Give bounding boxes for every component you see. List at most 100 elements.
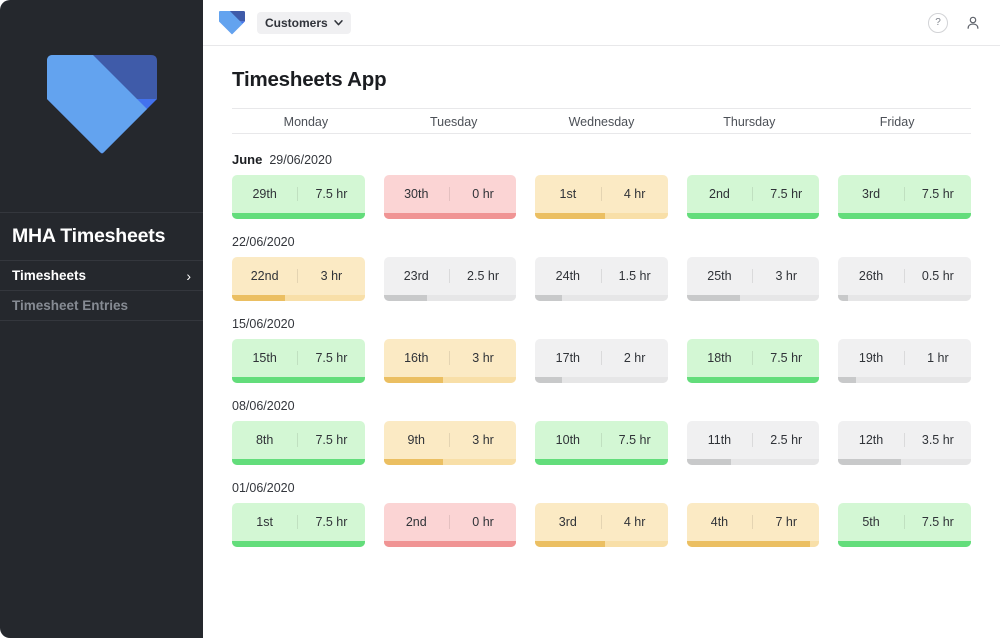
card-progress-fill bbox=[535, 213, 605, 219]
card-progress-fill bbox=[838, 459, 900, 465]
card-day-label: 22nd bbox=[232, 269, 298, 283]
timesheet-day-card[interactable]: 18th7.5 hr bbox=[687, 339, 820, 383]
timesheet-day-card[interactable]: 17th2 hr bbox=[535, 339, 668, 383]
vault-logo-icon bbox=[43, 51, 161, 161]
card-hours-label: 3.5 hr bbox=[905, 433, 971, 447]
timesheet-day-card[interactable]: 30th0 hr bbox=[384, 175, 517, 219]
card-day-label: 3rd bbox=[838, 187, 904, 201]
card-body: 10th7.5 hr bbox=[535, 421, 668, 459]
card-hours-label: 2 hr bbox=[602, 351, 668, 365]
card-progress-track bbox=[384, 541, 517, 547]
sidebar-item-timesheet-entries[interactable]: Timesheet Entries bbox=[0, 291, 203, 321]
timesheet-day-card[interactable]: 16th3 hr bbox=[384, 339, 517, 383]
card-day-label: 16th bbox=[384, 351, 450, 365]
timesheet-day-card[interactable]: 26th0.5 hr bbox=[838, 257, 971, 301]
card-hours-label: 7.5 hr bbox=[298, 515, 364, 529]
card-body: 3rd4 hr bbox=[535, 503, 668, 541]
card-progress-fill bbox=[384, 295, 428, 301]
timesheet-day-card[interactable]: 8th7.5 hr bbox=[232, 421, 365, 465]
card-day-label: 1st bbox=[535, 187, 601, 201]
card-day-label: 15th bbox=[232, 351, 298, 365]
card-body: 4th7 hr bbox=[687, 503, 820, 541]
timesheet-day-card[interactable]: 12th3.5 hr bbox=[838, 421, 971, 465]
card-progress-fill bbox=[838, 541, 971, 547]
timesheet-day-card[interactable]: 4th7 hr bbox=[687, 503, 820, 547]
card-progress-track bbox=[232, 295, 365, 301]
card-day-label: 2nd bbox=[384, 515, 450, 529]
week-start-date: 15/06/2020 bbox=[232, 317, 295, 331]
card-body: 2nd0 hr bbox=[384, 503, 517, 541]
card-day-label: 25th bbox=[687, 269, 753, 283]
timesheet-day-card[interactable]: 2nd7.5 hr bbox=[687, 175, 820, 219]
week-label: 01/06/2020 bbox=[232, 481, 971, 495]
week-label: 08/06/2020 bbox=[232, 399, 971, 413]
timesheet-day-card[interactable]: 15th7.5 hr bbox=[232, 339, 365, 383]
card-progress-fill bbox=[232, 377, 365, 383]
timesheet-day-card[interactable]: 9th3 hr bbox=[384, 421, 517, 465]
week-cards-row: 1st7.5 hr 2nd0 hr 3rd4 hr 4th7 hr 5th7.5 hr bbox=[232, 503, 971, 547]
card-progress-fill bbox=[687, 541, 810, 547]
timesheet-day-card[interactable]: 24th1.5 hr bbox=[535, 257, 668, 301]
card-progress-track bbox=[384, 213, 517, 219]
card-progress-track bbox=[687, 213, 820, 219]
card-hours-label: 7.5 hr bbox=[905, 187, 971, 201]
main-area: Customers ? Timesheets App Monday Tuesda bbox=[203, 0, 1000, 638]
week-block: 22/06/2020 22nd3 hr 23rd2.5 hr 24th1.5 hr 25… bbox=[232, 235, 971, 301]
week-label: June29/06/2020 bbox=[232, 152, 971, 167]
timesheet-day-card[interactable]: 29th7.5 hr bbox=[232, 175, 365, 219]
week-start-date: 08/06/2020 bbox=[232, 399, 295, 413]
card-hours-label: 7.5 hr bbox=[602, 433, 668, 447]
card-progress-fill bbox=[384, 541, 517, 547]
sidebar-item-label: Timesheet Entries bbox=[12, 298, 128, 313]
timesheet-day-card[interactable]: 11th2.5 hr bbox=[687, 421, 820, 465]
card-progress-track bbox=[232, 213, 365, 219]
card-body: 23rd2.5 hr bbox=[384, 257, 517, 295]
timesheet-day-card[interactable]: 1st7.5 hr bbox=[232, 503, 365, 547]
card-progress-fill bbox=[687, 213, 820, 219]
card-hours-label: 0 hr bbox=[450, 187, 516, 201]
sidebar-item-timesheets[interactable]: Timesheets › bbox=[0, 261, 203, 291]
card-hours-label: 3 hr bbox=[298, 269, 364, 283]
card-progress-track bbox=[838, 377, 971, 383]
timesheet-day-card[interactable]: 23rd2.5 hr bbox=[384, 257, 517, 301]
card-day-label: 3rd bbox=[535, 515, 601, 529]
card-day-label: 30th bbox=[384, 187, 450, 201]
timesheet-day-card[interactable]: 25th3 hr bbox=[687, 257, 820, 301]
sidebar: MHA Timesheets Timesheets › Timesheet En… bbox=[0, 0, 203, 638]
card-day-label: 9th bbox=[384, 433, 450, 447]
card-body: 29th7.5 hr bbox=[232, 175, 365, 213]
card-progress-track bbox=[687, 295, 820, 301]
help-icon[interactable]: ? bbox=[928, 13, 948, 33]
card-hours-label: 0.5 hr bbox=[905, 269, 971, 283]
week-label: 22/06/2020 bbox=[232, 235, 971, 249]
card-body: 25th3 hr bbox=[687, 257, 820, 295]
card-body: 17th2 hr bbox=[535, 339, 668, 377]
vault-logo-small-icon[interactable] bbox=[217, 10, 247, 36]
weekday-wednesday: Wednesday bbox=[528, 109, 676, 135]
card-progress-track bbox=[384, 295, 517, 301]
card-body: 2nd7.5 hr bbox=[687, 175, 820, 213]
card-day-label: 1st bbox=[232, 515, 298, 529]
timesheet-day-card[interactable]: 10th7.5 hr bbox=[535, 421, 668, 465]
card-progress-track bbox=[838, 541, 971, 547]
card-progress-track bbox=[838, 213, 971, 219]
timesheet-day-card[interactable]: 3rd4 hr bbox=[535, 503, 668, 547]
timesheet-day-card[interactable]: 3rd7.5 hr bbox=[838, 175, 971, 219]
card-body: 24th1.5 hr bbox=[535, 257, 668, 295]
card-progress-track bbox=[535, 377, 668, 383]
card-progress-track bbox=[535, 295, 668, 301]
workspace-selector[interactable]: Customers bbox=[257, 12, 351, 34]
timesheet-day-card[interactable]: 5th7.5 hr bbox=[838, 503, 971, 547]
card-day-label: 4th bbox=[687, 515, 753, 529]
timesheet-day-card[interactable]: 1st4 hr bbox=[535, 175, 668, 219]
timesheet-day-card[interactable]: 19th1 hr bbox=[838, 339, 971, 383]
card-progress-fill bbox=[535, 295, 562, 301]
timesheet-day-card[interactable]: 2nd0 hr bbox=[384, 503, 517, 547]
user-icon[interactable] bbox=[964, 14, 982, 32]
week-start-date: 22/06/2020 bbox=[232, 235, 295, 249]
card-progress-track bbox=[384, 377, 517, 383]
card-progress-track bbox=[838, 459, 971, 465]
timesheet-day-card[interactable]: 22nd3 hr bbox=[232, 257, 365, 301]
card-progress-fill bbox=[384, 377, 444, 383]
week-block: 01/06/2020 1st7.5 hr 2nd0 hr 3rd4 hr 4th7 hr… bbox=[232, 481, 971, 547]
